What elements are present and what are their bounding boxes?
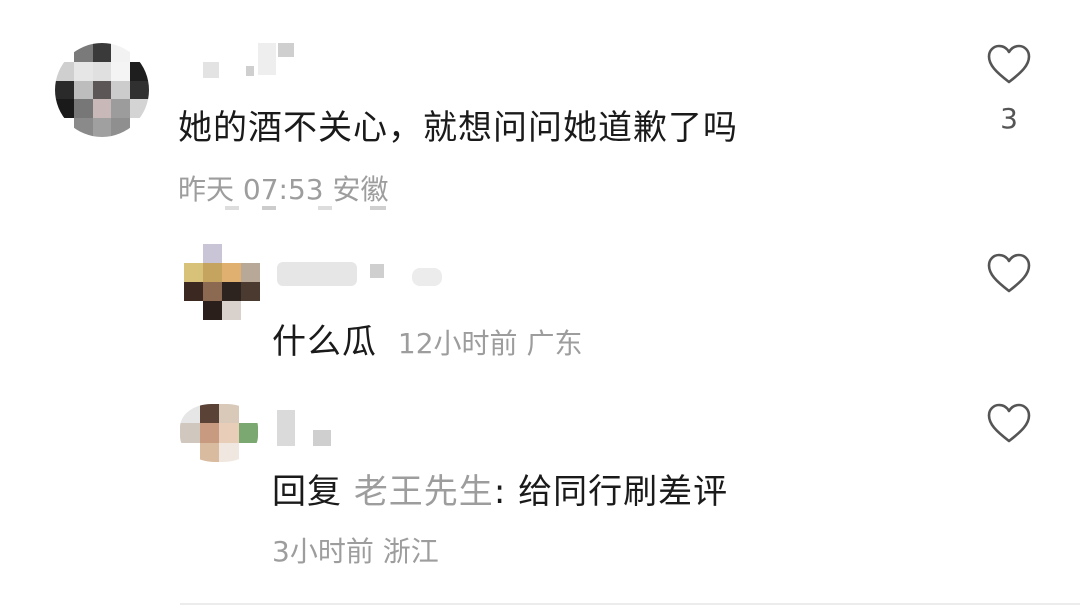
reply-time: 3小时前 — [272, 535, 374, 568]
avatar[interactable] — [180, 404, 258, 462]
reply-prefix: 回复 — [272, 472, 342, 512]
comment-text[interactable]: 她的酒不关心，就想问问她道歉了吗 — [178, 100, 738, 149]
blur-artifact — [262, 206, 276, 210]
reply-line: 回复 老王先生: 给同行刷差评 — [272, 464, 728, 513]
reply-location: 广东 — [526, 327, 583, 360]
reply-time: 12小时前 — [397, 327, 518, 360]
reply-meta: 3小时前 浙江 — [272, 530, 439, 570]
blur-artifact — [318, 206, 332, 210]
comment-location: 安徽 — [332, 173, 389, 206]
blur-artifact — [225, 206, 239, 210]
reply-line: 什么瓜 12小时前 广东 — [272, 314, 582, 363]
like-count: 3 — [1000, 102, 1018, 135]
divider — [180, 603, 1080, 605]
reply-text[interactable]: 什么瓜 — [272, 322, 377, 362]
avatar[interactable] — [55, 43, 149, 137]
comment-thread: 她的酒不关心，就想问问她道歉了吗 昨天 07:53 安徽 3 什么瓜 12小时前… — [0, 0, 1080, 610]
reply-to-username[interactable]: 老王先生 — [354, 472, 494, 512]
heart-outline-icon[interactable] — [986, 252, 1032, 294]
reply-location: 浙江 — [382, 535, 439, 568]
comment-meta: 昨天 07:53 安徽 — [178, 168, 389, 208]
heart-outline-icon[interactable] — [986, 43, 1032, 85]
avatar[interactable] — [184, 244, 260, 320]
comment-time: 昨天 07:53 — [178, 173, 324, 206]
reply-text[interactable]: : 给同行刷差评 — [494, 472, 728, 512]
heart-outline-icon[interactable] — [986, 402, 1032, 444]
blur-artifact — [370, 206, 386, 210]
